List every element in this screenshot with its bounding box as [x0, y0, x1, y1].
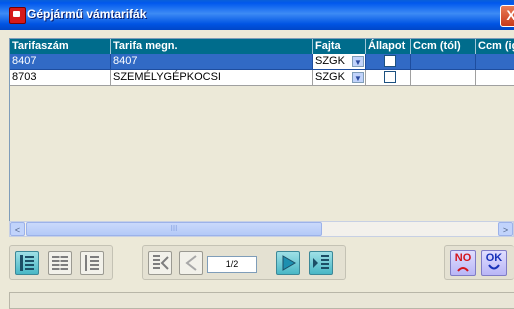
- fajta-value: SZGK: [315, 71, 345, 83]
- col-header-ccm-tol[interactable]: Ccm (tól): [411, 39, 476, 54]
- allapot-cell: [366, 70, 411, 86]
- grid-empty-area: [10, 86, 514, 222]
- close-button[interactable]: X: [500, 5, 514, 27]
- cell-megnevezes[interactable]: SZEMÉLYGÉPKOCSI: [111, 70, 313, 86]
- scroll-thumb[interactable]: III: [26, 222, 322, 236]
- window-title: Gépjármű vámtarifák: [27, 7, 147, 21]
- col-header-allapot[interactable]: Állapot: [366, 39, 411, 54]
- first-page-icon: [153, 255, 169, 270]
- cell-ccm-tol[interactable]: [411, 70, 476, 86]
- first-record-button[interactable]: [148, 251, 172, 275]
- table-row[interactable]: 8703 SZEMÉLYGÉPKOCSI SZGK ▼: [10, 70, 514, 86]
- fajta-combo[interactable]: SZGK ▼: [313, 54, 366, 70]
- col-header-fajta[interactable]: Fajta: [313, 39, 366, 54]
- allapot-checkbox[interactable]: [384, 71, 396, 83]
- grid-header: Tarifaszám Tarifa megn. Fajta Állapot Cc…: [10, 39, 514, 54]
- cell-ccm-ig[interactable]: [476, 54, 514, 70]
- scroll-right-arrow[interactable]: >: [498, 222, 513, 236]
- allapot-cell: [366, 54, 411, 70]
- frown-icon: [457, 267, 469, 272]
- cell-ccm-ig[interactable]: [476, 70, 514, 86]
- last-record-button[interactable]: [309, 251, 333, 275]
- scroll-left-arrow[interactable]: <: [10, 222, 25, 236]
- sort-button[interactable]: [80, 251, 104, 275]
- cell-ccm-tol[interactable]: [411, 54, 476, 70]
- ok-button[interactable]: OK: [481, 250, 507, 276]
- cell-megnevezes[interactable]: 8407: [111, 54, 313, 70]
- chevron-down-icon[interactable]: ▼: [352, 56, 364, 67]
- no-label: NO: [454, 252, 472, 264]
- previous-record-button[interactable]: [179, 251, 203, 275]
- chevron-left-icon: [185, 255, 197, 271]
- last-page-icon: [313, 255, 329, 269]
- play-right-icon: [282, 255, 296, 271]
- navigation-button-group: 1/2: [142, 245, 346, 280]
- grid-icon: [52, 256, 68, 270]
- toolbar: 1/2 NO OK: [0, 238, 514, 286]
- status-bar: [9, 292, 514, 309]
- smile-icon: [488, 264, 500, 270]
- detail-view-button[interactable]: [15, 251, 39, 275]
- list-detail-icon: [20, 255, 34, 271]
- table-row[interactable]: 8407 8407 SZGK ▼: [10, 54, 514, 70]
- confirm-button-group: NO OK: [444, 245, 514, 280]
- chevron-down-icon[interactable]: ▼: [352, 72, 364, 83]
- app-icon: [9, 7, 26, 24]
- cancel-button[interactable]: NO: [450, 250, 476, 276]
- cell-tarifaszam[interactable]: 8407: [10, 54, 111, 70]
- ok-label: OK: [485, 252, 503, 264]
- horizontal-scrollbar[interactable]: < III >: [9, 221, 514, 237]
- cell-tarifaszam[interactable]: 8703: [10, 70, 111, 86]
- title-bar: Gépjármű vámtarifák X: [0, 0, 514, 30]
- col-header-tarifaszam[interactable]: Tarifaszám: [10, 39, 111, 54]
- col-header-tarifa-megn[interactable]: Tarifa megn.: [111, 39, 313, 54]
- col-header-ccm-ig[interactable]: Ccm (ig): [476, 39, 514, 54]
- next-record-button[interactable]: [276, 251, 300, 275]
- grid-view-button[interactable]: [48, 251, 72, 275]
- fajta-value: SZGK: [315, 55, 345, 67]
- tariff-grid: Tarifaszám Tarifa megn. Fajta Állapot Cc…: [9, 38, 514, 223]
- view-button-group: [9, 245, 113, 280]
- sort-list-icon: [85, 255, 99, 271]
- page-indicator[interactable]: 1/2: [207, 256, 257, 273]
- fajta-combo[interactable]: SZGK ▼: [313, 70, 366, 86]
- allapot-checkbox[interactable]: [384, 55, 396, 67]
